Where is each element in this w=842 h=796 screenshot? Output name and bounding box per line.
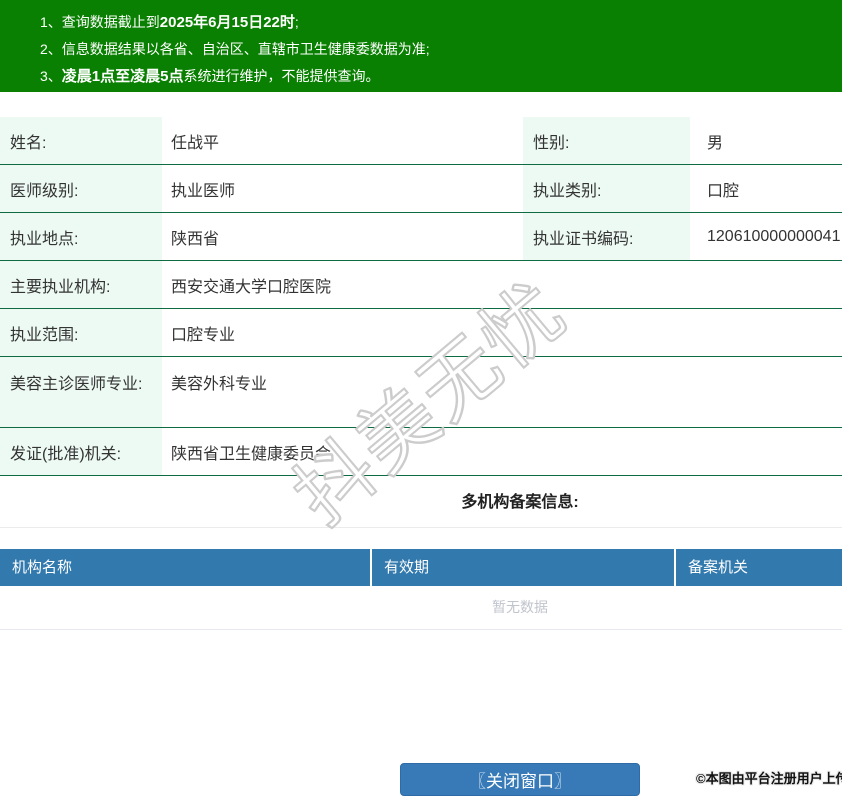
- field-value-main-institution: 西安交通大学口腔医院: [171, 278, 332, 296]
- field-label-cosmetic-specialty: 美容主诊医师专业:: [0, 357, 162, 427]
- field-value-certificate-number: 120610000000041: [707, 227, 841, 245]
- notice-number: 3、: [40, 68, 62, 84]
- info-cell: 医师级别: 执业医师: [0, 165, 523, 212]
- field-label-certificate-number: 执业证书编码:: [523, 213, 690, 260]
- column-header-institution-name: 机构名称: [0, 549, 372, 586]
- info-cell: 执业类别: 口腔: [523, 165, 842, 212]
- field-value-doctor-level: 执业医师: [171, 182, 236, 200]
- notice-line: 1、查询数据截止到2025年6月15日22时;: [40, 9, 842, 36]
- info-cell: 性别: 男: [523, 117, 842, 164]
- field-label-main-institution: 主要执业机构:: [0, 261, 162, 308]
- info-cell: 执业证书编码: 120610000000041: [523, 213, 842, 260]
- info-row-main-institution: 主要执业机构: 西安交通大学口腔医院: [0, 261, 842, 309]
- multi-institution-section-title: 多机构备案信息:: [0, 476, 842, 528]
- field-label-doctor-level: 医师级别:: [0, 165, 162, 212]
- records-table-header: 机构名称 有效期 备案机关: [0, 549, 842, 586]
- info-cell: 姓名: 任战平: [0, 117, 523, 164]
- notice-line: 3、凌晨1点至凌晨5点系统进行维护，不能提供查询。: [40, 63, 842, 90]
- field-value-cosmetic-specialty: 美容外科专业: [171, 376, 268, 393]
- field-value-practice-location: 陕西省: [171, 230, 220, 248]
- info-row-name-gender: 姓名: 任战平 性别: 男: [0, 117, 842, 165]
- notice-text: 系统进行维护，不能提供查询。: [183, 68, 380, 84]
- info-row-level-category: 医师级别: 执业医师 执业类别: 口腔: [0, 165, 842, 213]
- field-value-gender: 男: [707, 134, 724, 152]
- field-label-gender: 性别:: [523, 117, 690, 164]
- notice-number: 2、: [40, 41, 62, 57]
- field-value-practice-category: 口腔: [707, 182, 740, 200]
- field-value-name: 任战平: [171, 134, 220, 152]
- notice-bold-text: 2025年6月15日22时: [159, 14, 295, 31]
- notice-text: 查询数据截止到: [61, 14, 160, 30]
- info-row-issuing-authority: 发证(批准)机关: 陕西省卫生健康委员会: [0, 428, 842, 476]
- field-label-issuing-authority: 发证(批准)机关:: [0, 428, 162, 475]
- info-row-cosmetic-specialty: 美容主诊医师专业: 美容外科专业: [0, 357, 842, 428]
- info-row-location-certificate: 执业地点: 陕西省 执业证书编码: 120610000000041: [0, 213, 842, 261]
- records-empty-placeholder: 暂无数据: [0, 586, 842, 630]
- result-page: 1、查询数据截止到2025年6月15日22时; 2、信息数据结果以各省、自治区、…: [0, 0, 842, 796]
- close-window-button[interactable]: 〖关闭窗口〗: [400, 763, 640, 796]
- field-value-issuing-authority: 陕西省卫生健康委员会: [171, 445, 332, 463]
- notice-banner: 1、查询数据截止到2025年6月15日22时; 2、信息数据结果以各省、自治区、…: [0, 0, 842, 92]
- column-header-record-authority: 备案机关: [688, 559, 749, 576]
- doctor-info-table: 姓名: 任战平 性别: 男 医师级别: 执业医师 执业类别: 口腔 执业地点: …: [0, 117, 842, 476]
- notice-line: 2、信息数据结果以各省、自治区、直辖市卫生健康委数据为准;: [40, 36, 842, 63]
- column-header-validity-period: 有效期: [372, 549, 676, 586]
- notice-number: 1、: [40, 14, 62, 30]
- field-value-practice-scope: 口腔专业: [171, 326, 236, 344]
- field-label-practice-location: 执业地点:: [0, 213, 162, 260]
- info-cell: 执业地点: 陕西省: [0, 213, 523, 260]
- info-row-practice-scope: 执业范围: 口腔专业: [0, 309, 842, 357]
- field-label-name: 姓名:: [0, 117, 162, 164]
- image-credit-text: ©本图由平台注册用户上传: [696, 771, 842, 786]
- notice-text: ;: [294, 14, 299, 30]
- field-label-practice-scope: 执业范围:: [0, 309, 162, 356]
- notice-bold-text: 凌晨1点至凌晨5点: [61, 68, 184, 85]
- field-label-practice-category: 执业类别:: [523, 165, 690, 212]
- notice-text: 信息数据结果以各省、自治区、直辖市卫生健康委数据为准;: [61, 41, 430, 57]
